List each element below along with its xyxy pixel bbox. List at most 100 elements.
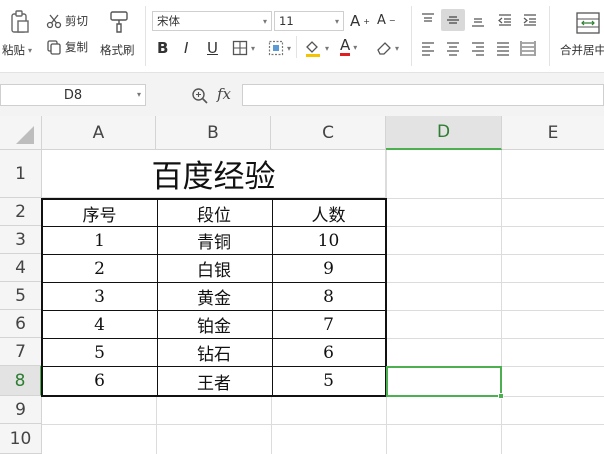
font-name-select[interactable]: 宋体 ▾ xyxy=(152,11,272,31)
header-cell-rank[interactable]: 段位 xyxy=(157,200,271,226)
font-size-select[interactable]: 11 ▾ xyxy=(274,11,344,31)
table-cell[interactable]: 4 xyxy=(43,311,156,338)
grow-font-button[interactable]: A + xyxy=(350,12,370,30)
table-cell[interactable]: 5 xyxy=(43,339,156,366)
column-header-d[interactable]: D xyxy=(386,116,502,150)
ribbon-divider xyxy=(549,6,550,66)
align-left-icon[interactable] xyxy=(420,40,436,56)
select-all-corner[interactable] xyxy=(0,116,42,150)
fill-color-button[interactable]: ▾ xyxy=(304,39,329,57)
gridline xyxy=(386,254,604,255)
underline-button[interactable]: U xyxy=(207,39,218,57)
table-cell[interactable]: 王者 xyxy=(157,367,271,395)
align-right-icon[interactable] xyxy=(470,40,486,56)
cell-value: 7 xyxy=(323,314,334,335)
header-cell-index[interactable]: 序号 xyxy=(43,200,156,226)
table-cell[interactable]: 铂金 xyxy=(157,311,271,338)
header-cell-count[interactable]: 人数 xyxy=(272,200,385,226)
row-header-9[interactable]: 9 xyxy=(0,396,42,424)
table-cell[interactable]: 钻石 xyxy=(157,339,271,366)
cell-value: 6 xyxy=(323,342,334,363)
font-size-value: 11 xyxy=(279,14,294,28)
grow-font-icon: A xyxy=(350,12,361,30)
gridline xyxy=(386,282,604,283)
distributed-align-icon[interactable] xyxy=(520,40,536,56)
table-cell[interactable]: 2 xyxy=(43,255,156,282)
font-color-button[interactable]: A ▾ xyxy=(340,38,357,56)
table-cell[interactable]: 6 xyxy=(272,339,385,366)
row-header-7[interactable]: 7 xyxy=(0,338,42,366)
merge-center-button[interactable]: 合并居中 xyxy=(556,8,604,64)
fx-button[interactable]: fx xyxy=(217,85,231,103)
justify-icon[interactable] xyxy=(495,40,511,56)
paste-button[interactable]: 粘贴 ▾ xyxy=(2,8,36,64)
format-painter-icon xyxy=(110,11,128,33)
align-center-icon[interactable] xyxy=(445,40,461,56)
row-label: 6 xyxy=(15,313,26,334)
cut-button[interactable]: 剪切 xyxy=(46,13,88,29)
column-header-b[interactable]: B xyxy=(156,116,271,150)
row-header-1[interactable]: 1 xyxy=(0,150,42,198)
column-header-c[interactable]: C xyxy=(271,116,386,150)
table-cell[interactable]: 9 xyxy=(272,255,385,282)
cell-value: 1 xyxy=(94,230,105,251)
column-label: B xyxy=(207,122,219,143)
row-header-2[interactable]: 2 xyxy=(0,198,42,226)
copy-button[interactable]: 复制 xyxy=(46,39,88,55)
align-middle-button[interactable] xyxy=(441,9,465,31)
bold-button[interactable]: B xyxy=(157,39,168,57)
borders-button[interactable]: ▾ xyxy=(232,40,255,56)
clear-format-button[interactable]: ▾ xyxy=(376,40,399,56)
row-label: 9 xyxy=(15,399,26,420)
row-label: 7 xyxy=(15,341,26,362)
table-cell[interactable]: 8 xyxy=(272,283,385,310)
table-cell[interactable]: 1 xyxy=(43,227,156,254)
table-cell[interactable]: 6 xyxy=(43,367,156,395)
chevron-down-icon: ▾ xyxy=(28,45,33,55)
name-box[interactable]: D8 ▾ xyxy=(0,84,146,106)
column-label: E xyxy=(547,122,559,143)
chevron-down-icon: ▾ xyxy=(334,16,339,26)
table-cell[interactable]: 黄金 xyxy=(157,283,271,310)
row-header-3[interactable]: 3 xyxy=(0,226,42,254)
font-name-value: 宋体 xyxy=(157,14,180,28)
align-top-icon[interactable] xyxy=(420,12,436,28)
chevron-down-icon: ▾ xyxy=(395,43,400,53)
align-bottom-icon[interactable] xyxy=(470,12,486,28)
row-header-6[interactable]: 6 xyxy=(0,310,42,338)
selected-cell-d8[interactable] xyxy=(386,366,502,397)
cell-value: 5 xyxy=(323,371,334,391)
format-painter-button[interactable]: 格式刷 xyxy=(100,8,140,64)
table-cell[interactable]: 3 xyxy=(43,283,156,310)
decrease-indent-icon[interactable] xyxy=(497,12,513,28)
borders-icon xyxy=(232,40,248,56)
bold-icon: B xyxy=(157,39,169,57)
table-title-cell[interactable]: 百度经验 xyxy=(42,150,386,198)
table-cell[interactable]: 青铜 xyxy=(157,227,271,254)
table-cell[interactable]: 白银 xyxy=(157,255,271,282)
ribbon-divider xyxy=(411,6,412,66)
row-label: 10 xyxy=(9,428,32,449)
table-cell[interactable]: 10 xyxy=(272,227,385,254)
row-header-10[interactable]: 10 xyxy=(0,424,42,454)
increase-indent-icon[interactable] xyxy=(522,12,538,28)
row-header-8[interactable]: 8 xyxy=(0,366,42,396)
zoom-search-icon[interactable] xyxy=(191,87,209,105)
shrink-font-button[interactable]: A − xyxy=(377,13,396,28)
italic-button[interactable]: I xyxy=(184,39,188,57)
copy-label: 复制 xyxy=(65,40,88,54)
gridline xyxy=(386,226,604,227)
table-cell[interactable]: 7 xyxy=(272,311,385,338)
row-header-5[interactable]: 5 xyxy=(0,282,42,310)
row-header-4[interactable]: 4 xyxy=(0,254,42,282)
cell-style-button[interactable]: ▾ xyxy=(268,40,291,56)
table-cell[interactable]: 5 xyxy=(272,367,385,395)
cell-value: 黄金 xyxy=(197,289,231,309)
chevron-down-icon: ▾ xyxy=(251,43,256,53)
formula-input[interactable] xyxy=(242,84,604,106)
fill-handle[interactable] xyxy=(498,393,504,399)
cell-value: 3 xyxy=(94,286,105,307)
gridline xyxy=(156,396,157,454)
column-header-a[interactable]: A xyxy=(42,116,156,150)
column-header-e[interactable]: E xyxy=(502,116,604,150)
